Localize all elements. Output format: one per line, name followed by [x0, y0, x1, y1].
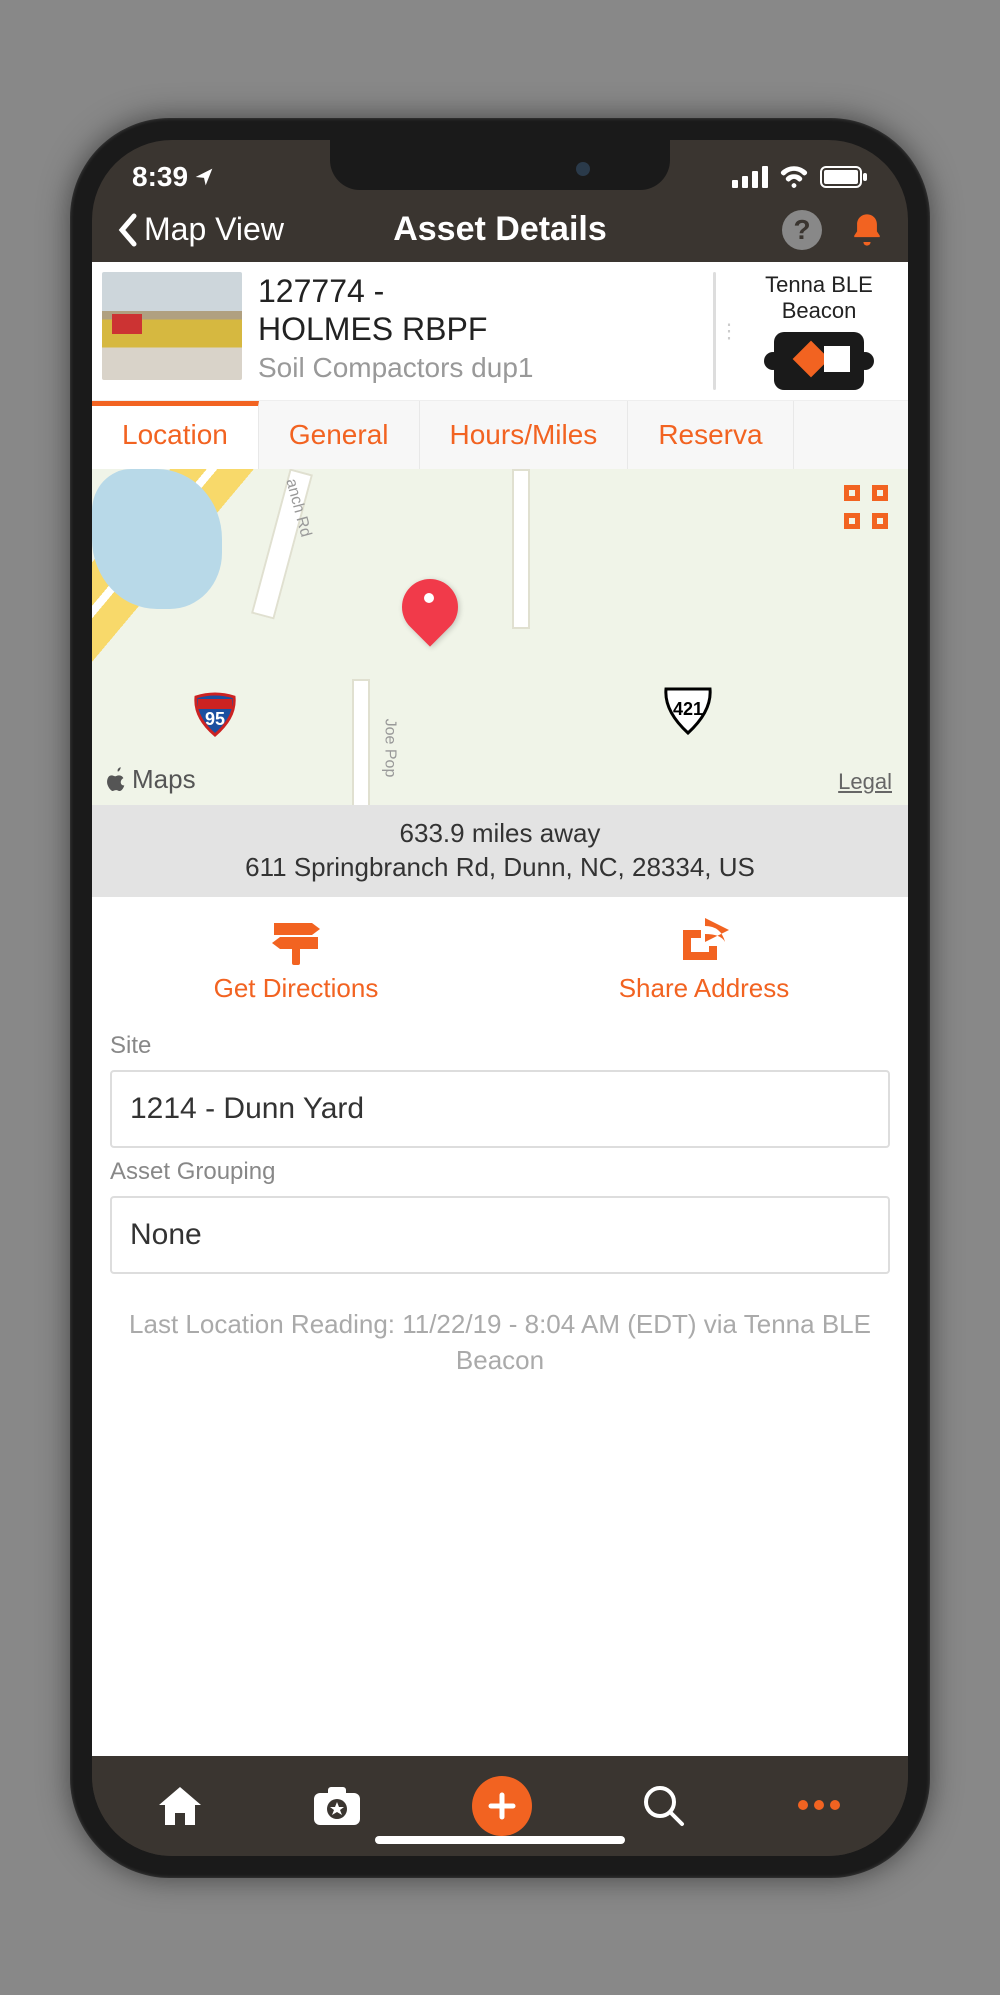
- asset-title: 127774 - HOLMES RBPF: [258, 272, 685, 349]
- tab-bar: Location General Hours/Miles Reserva: [92, 400, 908, 469]
- svg-text:95: 95: [205, 709, 225, 729]
- wifi-icon: [778, 166, 810, 188]
- bell-icon[interactable]: [850, 211, 884, 249]
- directions-icon: [268, 915, 324, 967]
- back-label: Map View: [144, 211, 284, 248]
- tracker-device-icon: [774, 332, 864, 390]
- asset-grouping-field[interactable]: None: [110, 1196, 890, 1274]
- add-button[interactable]: [472, 1776, 532, 1836]
- get-directions-button[interactable]: Get Directions: [92, 915, 500, 1004]
- site-field[interactable]: 1214 - Dunn Yard: [110, 1070, 890, 1148]
- map-view[interactable]: anch Rd Joe Pop 95 421 Maps Legal: [92, 469, 908, 805]
- home-indicator[interactable]: [375, 1836, 625, 1844]
- more-icon[interactable]: [795, 1797, 843, 1815]
- fullscreen-icon[interactable]: [844, 485, 888, 529]
- legal-link[interactable]: Legal: [838, 769, 892, 795]
- share-icon: [675, 914, 733, 968]
- address-text: 611 Springbranch Rd, Dunn, NC, 28334, US: [102, 851, 898, 885]
- asset-thumbnail[interactable]: [102, 272, 242, 380]
- drag-handle-icon[interactable]: [713, 272, 716, 391]
- tab-hours-miles[interactable]: Hours/Miles: [420, 401, 629, 469]
- tab-general[interactable]: General: [259, 401, 420, 469]
- nav-bar: Map View Asset Details ?: [92, 204, 908, 262]
- asset-header: 127774 - HOLMES RBPF Soil Compactors dup…: [92, 262, 908, 401]
- help-icon[interactable]: ?: [782, 210, 822, 250]
- search-icon[interactable]: [642, 1784, 686, 1828]
- tracker-info[interactable]: Tenna BLE Beacon: [744, 272, 894, 391]
- location-summary: 633.9 miles away 611 Springbranch Rd, Du…: [92, 805, 908, 897]
- map-pin-icon[interactable]: [402, 579, 458, 635]
- last-reading-text: Last Location Reading: 11/22/19 - 8:04 A…: [92, 1290, 908, 1395]
- svg-text:421: 421: [673, 699, 703, 719]
- share-address-button[interactable]: Share Address: [500, 915, 908, 1004]
- chevron-left-icon: [116, 212, 140, 248]
- us-route-shield-icon: 421: [662, 685, 714, 735]
- tab-location[interactable]: Location: [92, 401, 259, 469]
- apple-logo-icon: [106, 767, 128, 793]
- status-time: 8:39: [132, 161, 188, 193]
- asset-subtitle: Soil Compactors dup1: [258, 352, 685, 384]
- camera-icon[interactable]: [312, 1785, 362, 1827]
- site-label: Site: [110, 1032, 890, 1060]
- back-button[interactable]: Map View: [116, 211, 356, 248]
- interstate-shield-icon: 95: [192, 691, 238, 737]
- asset-grouping-label: Asset Grouping: [110, 1158, 890, 1186]
- home-icon[interactable]: [157, 1785, 203, 1827]
- maps-attribution: Maps: [106, 764, 196, 795]
- plus-icon: [487, 1791, 517, 1821]
- tab-reservations[interactable]: Reserva: [628, 401, 793, 469]
- distance-text: 633.9 miles away: [102, 817, 898, 851]
- signal-icon: [732, 166, 768, 188]
- battery-icon: [820, 166, 868, 188]
- location-arrow-icon: [194, 167, 214, 187]
- page-title: Asset Details: [356, 210, 644, 249]
